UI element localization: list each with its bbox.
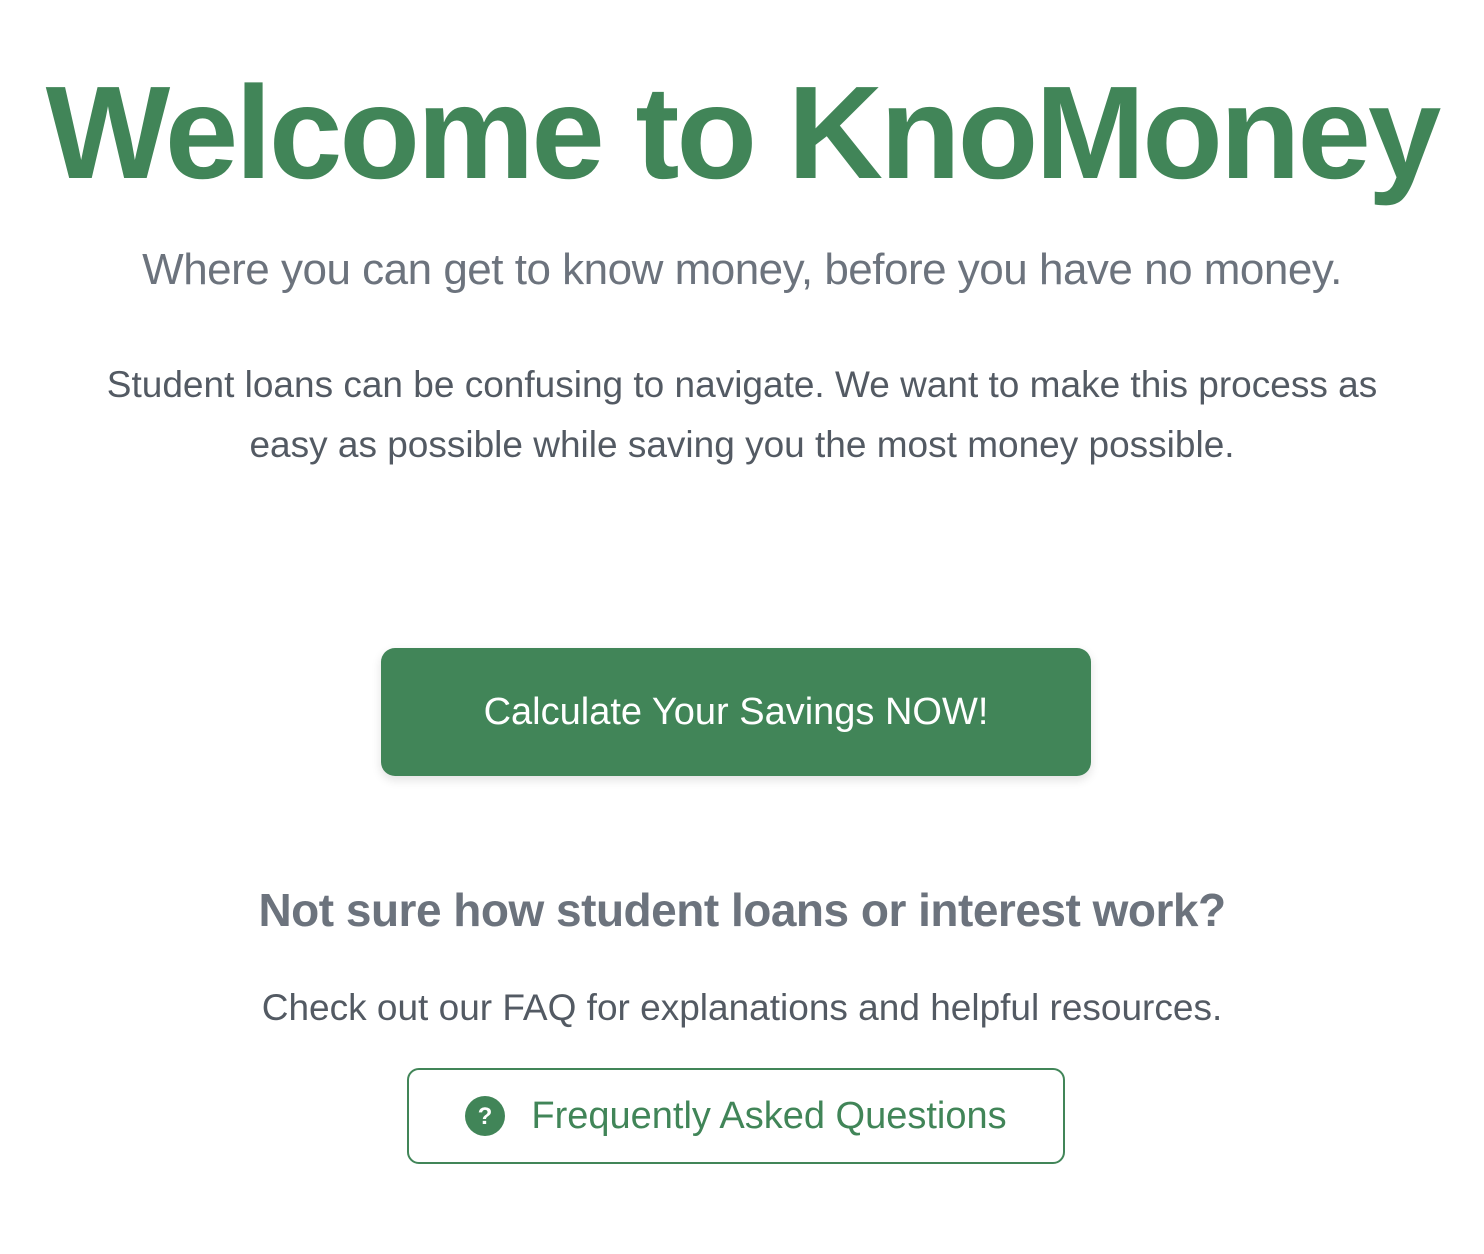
faq-description: Check out our FAQ for explanations and h… [261, 987, 1223, 1028]
svg-text:?: ? [478, 1103, 493, 1130]
page-subtitle: Where you can get to know money, before … [142, 245, 1342, 294]
faq-button[interactable]: ? Frequently Asked Questions [407, 1068, 1065, 1164]
faq-button-label: Frequently Asked Questions [531, 1094, 1007, 1137]
intro-paragraph: Student loans can be confusing to naviga… [106, 364, 1378, 465]
faq-heading: Not sure how student loans or interest w… [258, 884, 1226, 936]
page-title: Welcome to KnoMoney [45, 59, 1442, 206]
landing-page: Welcome to KnoMoney Where you can get to… [0, 0, 1484, 1254]
question-circle-icon: ? [465, 1096, 506, 1136]
calculate-savings-button[interactable]: Calculate Your Savings NOW! [381, 648, 1091, 776]
calculate-savings-label: Calculate Your Savings NOW! [483, 690, 989, 733]
